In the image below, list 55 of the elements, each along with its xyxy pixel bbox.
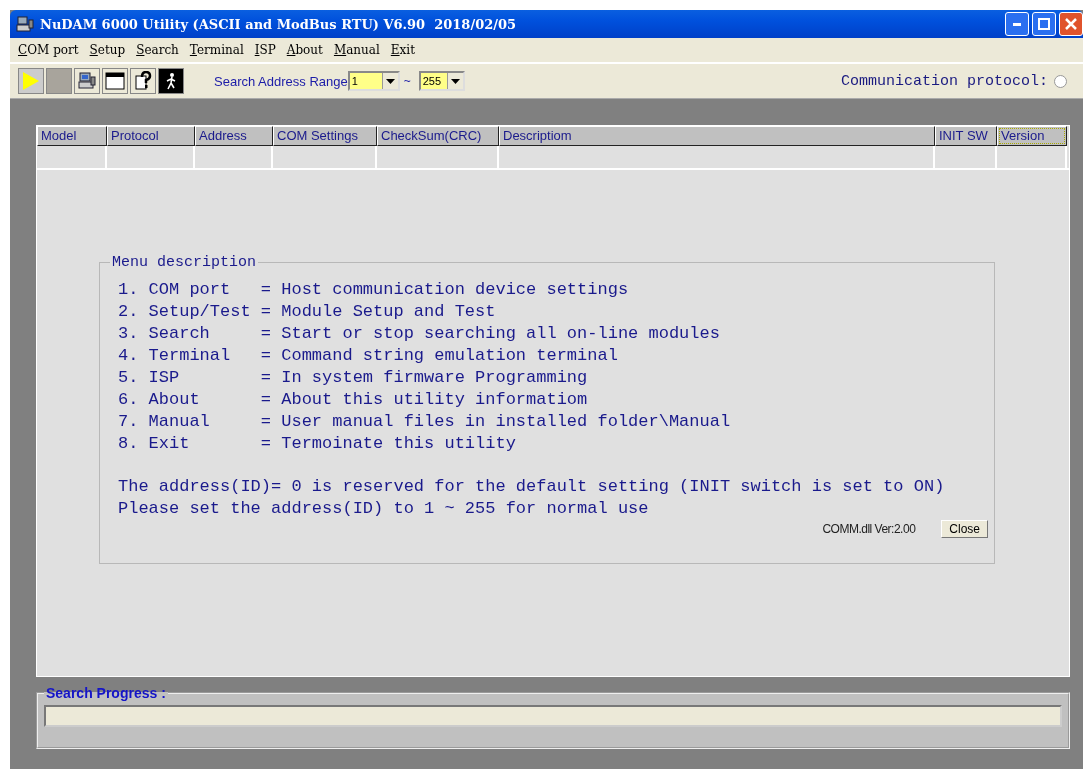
range-to-dropdown[interactable]: 255 xyxy=(418,71,465,91)
menu-item[interactable]: Search xyxy=(136,43,179,57)
menu-item[interactable]: Terminal xyxy=(189,43,244,57)
minimize-button[interactable] xyxy=(1005,12,1029,36)
search-range-label: Search Address Range xyxy=(214,73,348,89)
protocol-radio[interactable] xyxy=(1054,74,1067,88)
description-line: 3. Search = Start or stop searching all on-line modules xyxy=(118,323,721,345)
menu-item[interactable]: ISP xyxy=(254,43,276,57)
description-line: 1. COM port = Host communication device settings xyxy=(118,279,630,301)
note-line: Please set the address(ID) to 1 ~ 255 for normal use xyxy=(118,498,650,520)
description-line: 6. About = About this utility informatiom xyxy=(118,389,589,411)
play-icon xyxy=(22,71,40,91)
group-title: Search Progress : xyxy=(45,685,167,701)
menu-item[interactable]: Exit xyxy=(390,43,415,57)
close-button[interactable] xyxy=(1059,12,1083,36)
column-header[interactable]: Version xyxy=(997,126,1067,146)
dropdown-arrow-icon xyxy=(385,78,395,84)
maximize-icon xyxy=(1038,18,1050,30)
close-button[interactable]: Close xyxy=(941,520,988,538)
note-line: The address(ID)= 0 is reserved for the default setting (INIT switch is set to ON) xyxy=(118,476,946,498)
column-header[interactable]: Protocol xyxy=(107,126,195,146)
computer-icon xyxy=(16,16,34,32)
menu-item[interactable]: About xyxy=(286,43,323,57)
exit-button[interactable] xyxy=(158,68,184,94)
maximize-button[interactable] xyxy=(1032,12,1056,36)
description-line: 5. ISP = In system firmware Programming xyxy=(118,367,589,389)
column-header[interactable]: INIT SW xyxy=(935,126,997,146)
protocol-label: Communication protocol: xyxy=(840,72,1048,90)
dll-version: COMM.dll Ver:2.00 xyxy=(822,522,916,536)
column-header[interactable]: CheckSum(CRC) xyxy=(377,126,499,146)
description-line: 8. Exit = Termoinate this utility xyxy=(118,433,517,455)
column-header[interactable]: Model xyxy=(37,126,107,146)
help-icon xyxy=(134,71,152,91)
description-line: 4. Terminal = Command string emulation terminal xyxy=(118,345,619,367)
column-header[interactable]: Descriptiom xyxy=(499,126,935,146)
window-button[interactable] xyxy=(102,68,128,94)
minimize-icon xyxy=(1013,22,1021,26)
window-title: NuDAM 6000 Utility (ASCII and ModBus RTU) V6.90 2018/02/05 xyxy=(40,16,517,32)
window-icon xyxy=(105,72,125,90)
play-button[interactable] xyxy=(18,68,44,94)
menu-item[interactable]: COM port xyxy=(18,43,79,57)
menu-item[interactable]: Manual xyxy=(333,43,380,57)
column-header[interactable]: Address xyxy=(195,126,273,146)
computer-icon xyxy=(77,71,97,91)
range-from-dropdown[interactable]: 1 xyxy=(347,71,400,91)
help-button[interactable] xyxy=(130,68,156,94)
description-line: 2. Setup/Test = Module Setup and Test xyxy=(118,301,497,323)
dropdown-arrow-icon xyxy=(450,78,460,84)
group-title: Menu description xyxy=(111,254,258,271)
range-separator: ~ xyxy=(403,74,411,88)
menu-item[interactable]: Setup xyxy=(89,43,126,57)
close-icon xyxy=(1065,18,1077,30)
computer-button[interactable] xyxy=(74,68,100,94)
column-header[interactable]: COM Settings xyxy=(273,126,377,146)
description-line: 7. Manual = User manual files in installed folder\Manual xyxy=(118,411,732,433)
